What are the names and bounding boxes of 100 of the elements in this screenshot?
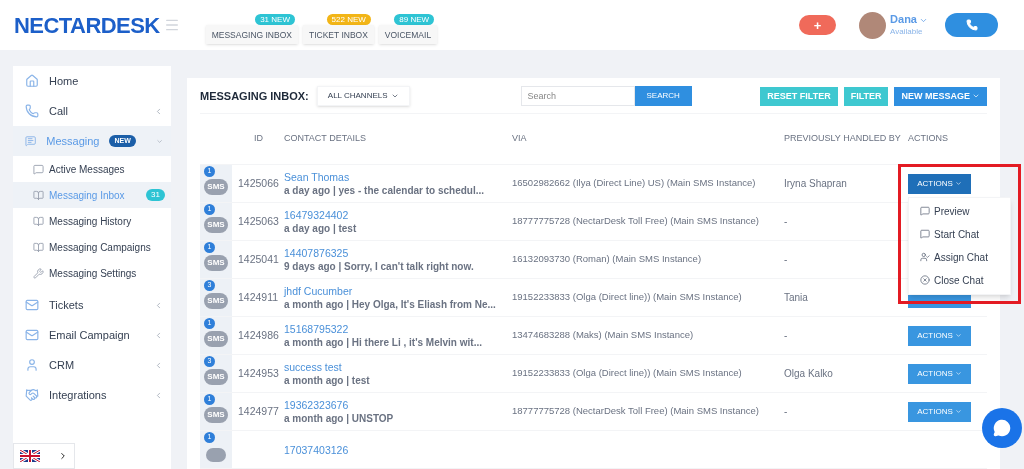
contact-name-link[interactable]: 17037403126 bbox=[284, 442, 512, 457]
sidebar-item[interactable]: Tickets bbox=[13, 290, 171, 320]
channel-dropdown[interactable]: ALL CHANNELS bbox=[316, 86, 410, 107]
submenu-item[interactable]: Messaging History bbox=[13, 208, 171, 234]
contact-name-link[interactable]: 19362323676 bbox=[284, 397, 512, 412]
chat-icon bbox=[993, 419, 1011, 437]
menu-item-icon bbox=[920, 275, 930, 285]
inbox-tab[interactable]: VOICEMAIL bbox=[378, 24, 438, 45]
count-badge: 31 bbox=[146, 189, 165, 201]
menu-item-icon bbox=[25, 298, 39, 312]
phone-icon bbox=[965, 19, 978, 31]
submenu-icon bbox=[33, 241, 44, 253]
contact-name-link[interactable]: Sean Thomas bbox=[284, 169, 512, 184]
chat-bubble-icon bbox=[206, 447, 226, 462]
submenu-item[interactable]: Active Messages bbox=[13, 156, 171, 182]
menu-item[interactable]: Assign Chat bbox=[909, 245, 1010, 269]
new-count-badge: 31 NEW bbox=[255, 13, 295, 25]
sidebar-item[interactable]: Home bbox=[13, 66, 171, 96]
id-cell-text: 1424977 bbox=[237, 403, 280, 419]
contact-name-link[interactable]: jhdf Cucumber bbox=[284, 283, 512, 298]
flag-icon bbox=[20, 450, 40, 462]
sidebar-item[interactable]: Call bbox=[13, 96, 171, 126]
submenu-icon bbox=[33, 189, 44, 201]
caret-icon bbox=[954, 370, 962, 377]
new-count-badge: 522 NEW bbox=[326, 13, 371, 25]
handled-by-cell-text: Olga Kalko bbox=[784, 367, 834, 381]
via-cell-text: 16132093730 (Roman) (Main SMS Instance) bbox=[512, 252, 703, 267]
via-cell-text: 18777775728 (NectarDesk Toll Free) (Main SMS Instance) bbox=[512, 214, 760, 229]
call-button[interactable] bbox=[945, 13, 998, 37]
submenu-item[interactable]: Messaging Campaigns bbox=[13, 234, 171, 260]
user-status: Available bbox=[890, 26, 924, 37]
message-preview: a month ago | Hi there Li , it's Melvin wit... bbox=[284, 335, 483, 350]
language-selector[interactable] bbox=[13, 443, 75, 469]
column-header: CONTACT DETAILS bbox=[284, 132, 367, 146]
contact-name-link[interactable]: success test bbox=[284, 359, 512, 374]
menu-item-icon bbox=[25, 134, 37, 148]
page-title: MESSAGING INBOX: bbox=[200, 89, 309, 105]
menu-item-icon bbox=[25, 328, 39, 342]
sidebar-item[interactable]: Email Campaign bbox=[13, 320, 171, 350]
chevron-left-icon bbox=[154, 330, 163, 340]
menu-item-icon bbox=[920, 252, 930, 262]
logo: NECTARDESK bbox=[14, 11, 160, 40]
caret-icon bbox=[954, 332, 962, 339]
message-preview: 9 days ago | Sorry, I can't talk right now. bbox=[284, 259, 475, 274]
new-message-button[interactable]: NEW MESSAGE bbox=[894, 86, 987, 106]
chevron-right-icon bbox=[58, 451, 68, 461]
actions-button[interactable]: ACTIONS bbox=[908, 173, 971, 194]
sms-bubble-icon: SMS bbox=[204, 292, 228, 309]
sidebar-item[interactable]: Integrations bbox=[13, 380, 171, 410]
inbox-tab[interactable]: MESSAGING INBOX bbox=[205, 24, 298, 45]
menu-item[interactable]: Start Chat bbox=[909, 222, 1010, 246]
menu-item-icon bbox=[25, 358, 39, 372]
message-preview: a month ago | Hey Olga, It's Eliash from Ne... bbox=[284, 297, 497, 312]
sms-bubble-icon: SMS bbox=[204, 406, 228, 423]
caret-icon bbox=[954, 180, 962, 187]
submenu-icon bbox=[33, 267, 44, 279]
search-field[interactable]: Search bbox=[520, 86, 635, 107]
via-cell-text: 18777775728 (NectarDesk Toll Free) (Main SMS Instance) bbox=[512, 404, 760, 419]
handled-by-cell-text: - bbox=[784, 253, 789, 267]
chevron-left-icon bbox=[154, 390, 163, 400]
chevron-left-icon bbox=[154, 360, 163, 370]
via-cell-text: 13474683288 (Maks) (Main SMS Instance) bbox=[512, 328, 695, 343]
column-header: PREVIOUSLY HANDLED BY bbox=[784, 132, 902, 146]
inbox-tab[interactable]: TICKET INBOX bbox=[302, 24, 374, 45]
id-cell-text: 1425041 bbox=[237, 251, 280, 267]
chat-widget-button[interactable] bbox=[982, 408, 1022, 448]
handled-by-cell-text: Tania bbox=[784, 291, 809, 305]
id-cell-text: 1425066 bbox=[237, 175, 280, 191]
sidebar-item[interactable]: CRM bbox=[13, 350, 171, 380]
message-preview: a day ago | test bbox=[284, 221, 358, 236]
menu-item-icon bbox=[920, 206, 930, 216]
message-preview: a day ago | yes - the calendar to schedul... bbox=[284, 183, 486, 198]
contact-name-link[interactable]: 14407876325 bbox=[284, 245, 512, 260]
menu-item-icon bbox=[25, 388, 39, 402]
menu-item-icon bbox=[25, 104, 39, 118]
handled-by-cell-text: Iryna Shapran bbox=[784, 177, 848, 191]
handled-by-cell-text: - bbox=[784, 405, 789, 419]
contact-name-link[interactable]: 16479324402 bbox=[284, 207, 512, 222]
menu-item[interactable]: Close Chat bbox=[909, 268, 1010, 292]
column-header: ID bbox=[253, 132, 264, 146]
column-header: ACTIONS bbox=[908, 132, 949, 146]
submenu-item[interactable]: Messaging Settings bbox=[13, 260, 171, 286]
search-button[interactable]: SEARCH bbox=[634, 86, 692, 107]
contact-name-link[interactable]: 15168795322 bbox=[284, 321, 512, 336]
caret-icon bbox=[954, 408, 962, 415]
column-header: VIA bbox=[512, 132, 528, 146]
chevron-left-icon bbox=[154, 106, 163, 116]
chevron-left-icon bbox=[154, 300, 163, 310]
id-cell-text: 1424911 bbox=[237, 289, 280, 305]
via-cell-text: 19152233833 (Olga (Direct line)) (Main SMS Instance) bbox=[512, 290, 743, 305]
id-cell-text: 1424953 bbox=[237, 365, 280, 381]
menu-item-icon bbox=[25, 74, 39, 88]
sms-bubble-icon: SMS bbox=[204, 368, 228, 385]
new-count-badge: 89 NEW bbox=[394, 13, 435, 25]
submenu-icon bbox=[33, 215, 44, 227]
message-preview: a month ago | UNSTOP bbox=[284, 411, 395, 426]
handled-by-cell-text: - bbox=[784, 329, 789, 343]
menu-item[interactable]: Preview bbox=[909, 199, 1010, 223]
sms-bubble-icon: SMS bbox=[204, 178, 228, 195]
via-cell-text: 19152233833 (Olga (Direct line)) (Main SMS Instance) bbox=[512, 366, 743, 381]
